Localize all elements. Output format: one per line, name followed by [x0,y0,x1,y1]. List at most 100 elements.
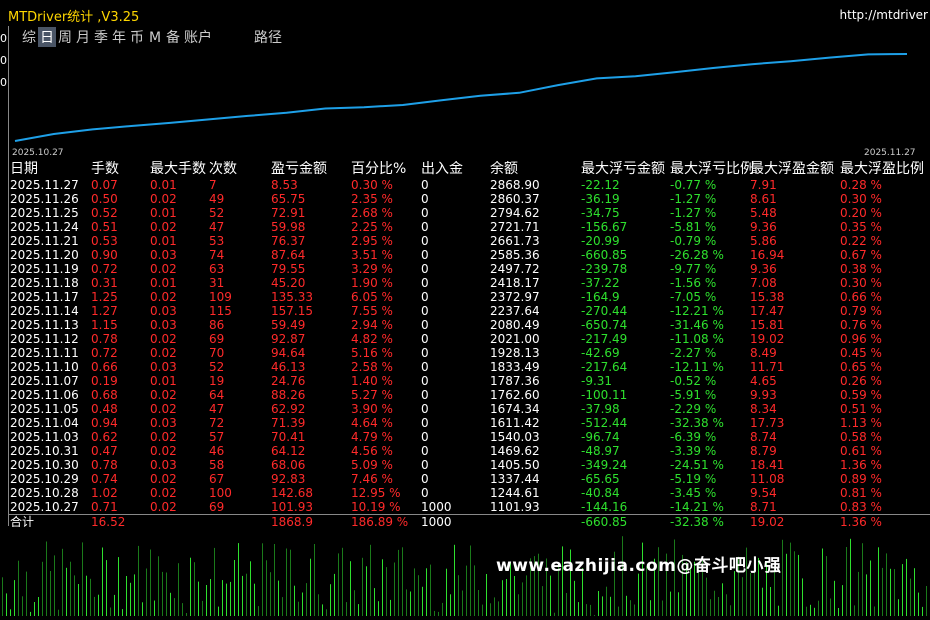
header-cell[interactable]: 次数 [209,161,237,178]
header-cell[interactable]: 最大手数 [150,161,206,178]
table-cell: 0.67 % [840,248,882,262]
table-cell: 19.02 [750,332,785,346]
price-candle [270,572,271,620]
price-candle [514,576,515,619]
tab-notes[interactable]: 备 [164,27,182,47]
price-candle [466,565,467,620]
table-cell: -349.24 [581,458,628,472]
tab-account[interactable]: 账户 [182,27,214,47]
price-candle [82,542,83,620]
header-cell[interactable]: 手数 [91,161,119,178]
price-candle [98,594,99,620]
price-candle [198,581,199,617]
price-candle [298,601,299,618]
price-candle [378,601,379,620]
tab-daily[interactable]: 日 [38,27,56,47]
price-candle [66,567,67,620]
header-cell[interactable]: 最大浮盈比例 [840,161,924,178]
table-cell: 2025.11.27 [10,178,79,192]
price-candle [726,594,727,617]
table-cell: 0.52 [91,206,118,220]
price-candles [2,536,927,620]
table-row: 2025.11.24 0.51 0.02 47 59.98 2.25 % 0 2721.71 -… [8,220,930,234]
price-candle [598,591,599,619]
table-cell: 11.08 [750,472,785,486]
price-candle [406,589,407,617]
table-cell: 0 [421,178,429,192]
tab-magic[interactable]: M [146,30,164,46]
table-cell: 0.50 [91,192,118,206]
table-cell: 0.47 [91,444,118,458]
price-candle [226,583,227,620]
table-cell: 16.94 [750,248,785,262]
price-candle [46,541,47,620]
table-cell: 2025.11.18 [10,276,79,290]
site-url[interactable]: http://mtdriver [840,8,928,22]
table-cell: 2237.64 [490,304,540,318]
table-cell: 0 [421,486,429,500]
table-cell: 2.25 % [351,220,393,234]
table-cell: 3.90 % [351,402,393,416]
table-cell: 24.76 [271,374,306,388]
table-cell: 2025.11.03 [10,430,79,444]
tab-yearly[interactable]: 年 [110,27,128,47]
table-cell: 17.47 [750,304,785,318]
price-candle [910,578,911,620]
price-candle [882,567,883,620]
table-cell: 2.68 % [351,206,393,220]
table-cell: 2418.17 [490,276,540,290]
tab-quarterly[interactable]: 季 [92,27,110,47]
table-cell: 0.02 [150,220,177,234]
title-bar: MTDriver统计 ,V3.25 http://mtdriver [0,0,930,26]
table-cell: 46.13 [271,360,306,374]
price-candle [574,580,575,620]
table-cell: 15.81 [750,318,785,332]
header-cell[interactable]: 最大浮亏比例 [670,161,754,178]
price-candle [250,561,251,620]
price-candle [350,561,351,620]
header-cell[interactable]: 余额 [490,161,518,178]
table-cell: 0 [421,234,429,248]
price-candle [130,582,131,620]
table-cell: -0.77 % [670,178,717,192]
table-cell: -20.99 [581,234,620,248]
header-cell[interactable]: 最大浮亏金额 [581,161,665,178]
price-candle [258,606,259,620]
header-cell[interactable]: 出入金 [421,161,463,178]
table-cell: 57 [209,430,225,444]
tab-monthly[interactable]: 月 [74,27,92,47]
price-candle [282,597,283,620]
table-cell: 0.83 % [840,500,882,514]
table-cell: 52 [209,206,225,220]
tab-currency[interactable]: 币 [128,27,146,47]
table-cell: 0.62 [91,430,118,444]
table-cell: 0.72 [91,346,118,360]
table-cell: 0.02 [150,472,177,486]
table-cell: 2661.73 [490,234,540,248]
table-cell: 7.91 [750,178,777,192]
table-cell: 53 [209,234,225,248]
watermark: www.eazhijia.com@奋斗吧小强 [496,556,782,576]
price-candle [14,580,15,619]
tab-summary[interactable]: 综 [20,27,38,47]
price-candle [158,556,159,620]
table-cell: 0.38 % [840,262,882,276]
header-cell[interactable]: 日期 [10,161,38,178]
table-cell: -24.51 % [670,458,724,472]
header-cell[interactable]: 盈亏金额 [271,161,327,178]
table-cell: 0.02 [150,192,177,206]
table-cell: 0 [421,192,429,206]
price-candle [322,604,323,620]
header-cell[interactable]: 最大浮盈金额 [750,161,834,178]
table-cell: 19 [209,374,225,388]
price-candle [914,568,915,618]
price-candle [310,558,311,620]
table-cell: 47 [209,220,225,234]
price-candle [366,566,367,618]
header-cell[interactable]: 百分比% [351,161,406,178]
table-cell: 1.40 % [351,374,393,388]
tab-weekly[interactable]: 周 [56,27,74,47]
tab-path[interactable]: 路径 [254,27,282,47]
table-row: 2025.10.27 0.71 0.02 69 101.93 10.19 % 1000 110… [8,500,930,514]
price-candle [898,599,899,619]
